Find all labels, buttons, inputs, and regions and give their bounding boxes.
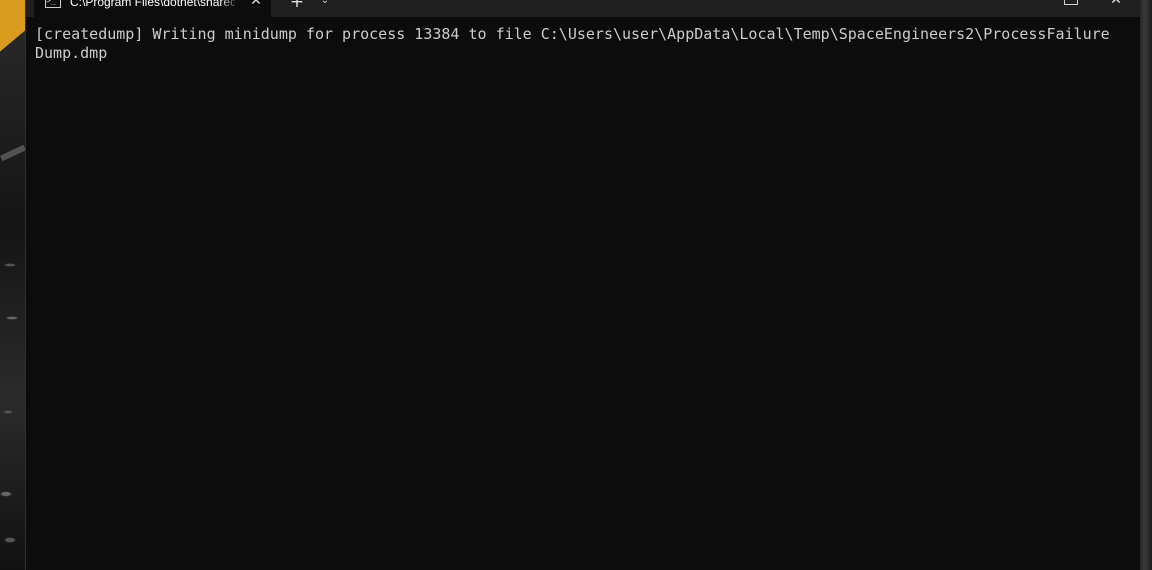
close-tab-icon[interactable]: ✕: [248, 0, 264, 10]
new-tab-button[interactable]: +: [288, 0, 306, 11]
wallpaper-edge: [1138, 0, 1152, 570]
maximize-icon[interactable]: [1064, 0, 1078, 5]
tab-title-fade: [220, 0, 240, 17]
tab-title: C:\Program Files\dotnet\shared: [70, 0, 235, 9]
close-window-button[interactable]: ✕: [1108, 0, 1124, 9]
tab-active[interactable]: >_ C:\Program Files\dotnet\shared ✕: [34, 0, 271, 17]
terminal-body[interactable]: [createdump] Writing minidump for proces…: [26, 17, 1140, 570]
title-bar[interactable]: >_ C:\Program Files\dotnet\shared ✕ + ⌄ …: [26, 0, 1140, 17]
chevron-down-icon[interactable]: ⌄: [318, 0, 332, 8]
terminal-window: >_ C:\Program Files\dotnet\shared ✕ + ⌄ …: [25, 0, 1140, 570]
terminal-output: [createdump] Writing minidump for proces…: [35, 25, 1110, 62]
terminal-icon: >_: [45, 0, 61, 8]
